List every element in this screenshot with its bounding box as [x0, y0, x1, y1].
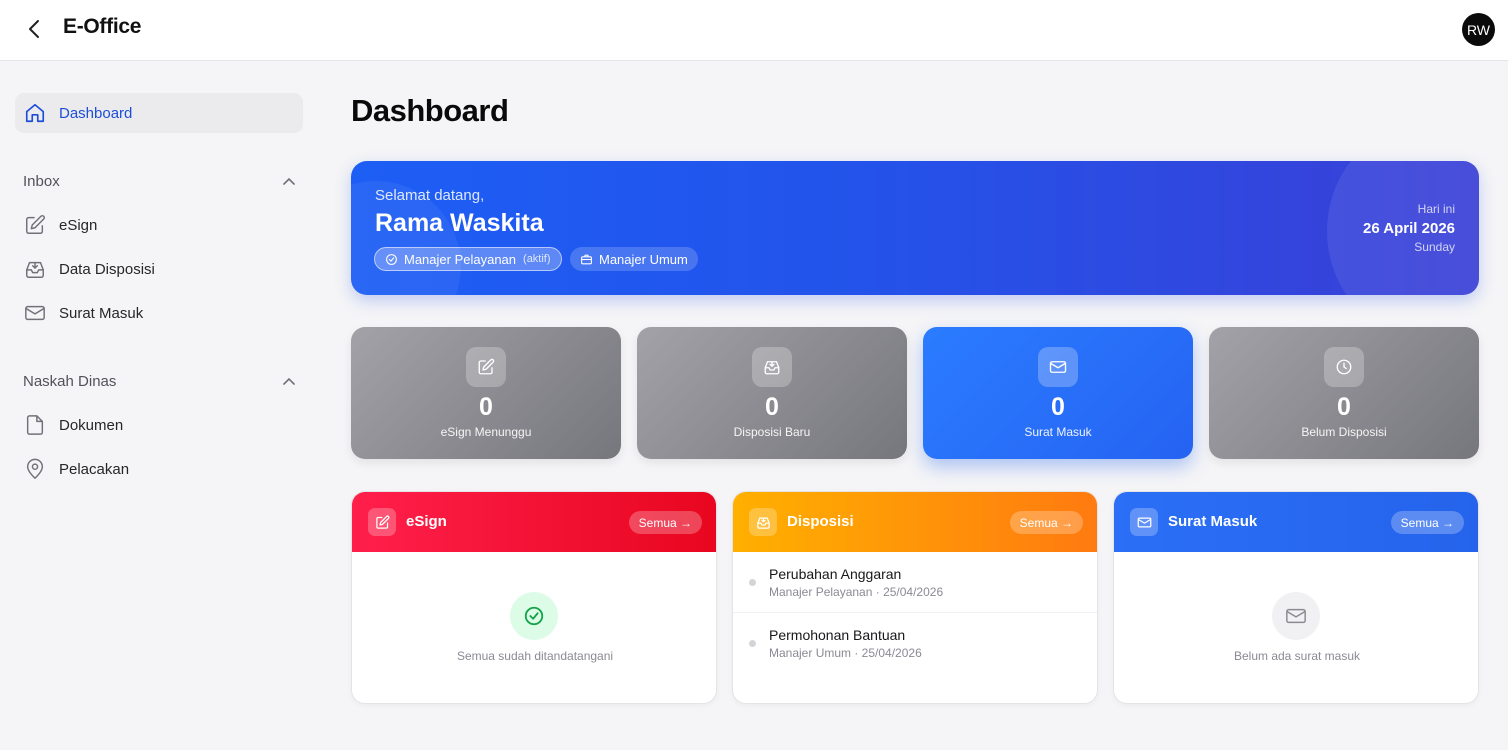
map-pin-icon [24, 458, 46, 480]
greeting-text: Selamat datang, [375, 187, 485, 204]
empty-state-text: Belum ada surat masuk [1233, 649, 1361, 663]
avatar[interactable]: RW [1462, 13, 1495, 46]
stat-label: Disposisi Baru [733, 425, 811, 439]
bullet-dot [749, 579, 756, 586]
mail-icon [24, 302, 46, 324]
list-item[interactable]: Permohonan Bantuan Manajer Umum · 25/04/… [733, 613, 1097, 673]
mail-icon [1038, 347, 1078, 387]
check-circle-icon [510, 592, 558, 640]
stat-card-belum-disposisi[interactable]: 0 Belum Disposisi [1209, 327, 1479, 459]
empty-state-text: Semua sudah ditandatangani [456, 649, 614, 663]
mail-icon [1130, 508, 1158, 536]
list-item-title: Perubahan Anggaran [769, 566, 902, 582]
role-label: Manajer Umum [599, 251, 688, 267]
sidebar-item-label: eSign [59, 216, 98, 234]
list-item-title: Permohonan Bantuan [769, 627, 906, 643]
check-circle-icon [385, 253, 398, 266]
sidebar-item-dokumen[interactable]: Dokumen [15, 405, 303, 445]
section-title: Naskah Dinas [23, 372, 117, 390]
stat-value: 0 [1051, 393, 1065, 421]
stat-label: eSign Menunggu [440, 425, 532, 439]
sidebar: Dashboard Inbox eSign Data Disposisi Sur… [0, 62, 320, 750]
section-title: Inbox [23, 172, 60, 190]
sidebar-item-label: Pelacakan [59, 460, 130, 478]
page-title: Dashboard [351, 93, 509, 128]
section-toggle-inbox[interactable]: Inbox [23, 169, 295, 193]
panel-title: Disposisi [787, 513, 854, 530]
sidebar-item-label: Dokumen [59, 416, 124, 434]
inbox-icon [24, 258, 46, 280]
sidebar-item-esign[interactable]: eSign [15, 205, 303, 245]
sidebar-item-label: Data Disposisi [59, 260, 155, 278]
user-name: Rama Waskita [375, 209, 544, 237]
panel-header: eSign Semua → [352, 492, 716, 552]
sidebar-item-surat-masuk[interactable]: Surat Masuk [15, 293, 303, 333]
panel-title: Surat Masuk [1168, 513, 1258, 530]
sidebar-item-pelacakan[interactable]: Pelacakan [15, 449, 303, 489]
welcome-banner: Selamat datang, Rama Waskita Manajer Pel… [351, 161, 1479, 295]
see-all-button[interactable]: Semua → [1009, 511, 1083, 534]
panel-header: Disposisi Semua → [733, 492, 1097, 552]
stat-label: Surat Masuk [1024, 425, 1092, 439]
chevron-up-icon [283, 377, 295, 385]
see-all-button[interactable]: Semua → [628, 511, 702, 534]
stat-card-surat-masuk[interactable]: 0 Surat Masuk [923, 327, 1193, 459]
today-label: Hari ini [1417, 202, 1455, 216]
list-item-meta: Manajer Umum · 25/04/2026 [769, 646, 922, 660]
stat-value: 0 [479, 393, 493, 421]
list-item[interactable]: Perubahan Anggaran Manajer Pelayanan · 2… [733, 552, 1097, 612]
today-day: Sunday [1414, 240, 1455, 254]
chevron-up-icon [283, 177, 295, 185]
list-item-meta: Manajer Pelayanan · 25/04/2026 [769, 585, 944, 599]
panel-header: Surat Masuk Semua → [1114, 492, 1478, 552]
section-toggle-naskah-dinas[interactable]: Naskah Dinas [23, 369, 295, 393]
sidebar-item-label: Dashboard [59, 104, 133, 122]
stat-label: Belum Disposisi [1301, 425, 1387, 439]
file-icon [24, 414, 46, 436]
panel-surat-masuk: Surat Masuk Semua → Belum ada surat masu… [1113, 491, 1479, 704]
stat-value: 0 [765, 393, 779, 421]
see-all-button[interactable]: Semua → [1390, 511, 1464, 534]
home-icon [24, 102, 46, 124]
role-pill-active[interactable]: Manajer Pelayanan (aktif) [374, 247, 562, 271]
sidebar-item-label: Surat Masuk [59, 304, 144, 322]
clock-icon [1324, 347, 1364, 387]
chevron-left-icon [29, 20, 39, 38]
sidebar-item-dashboard[interactable]: Dashboard [15, 93, 303, 133]
role-label: Manajer Pelayanan [404, 251, 517, 267]
panel-title: eSign [406, 513, 447, 530]
sidebar-item-data-disposisi[interactable]: Data Disposisi [15, 249, 303, 289]
app-title: E-Office [63, 15, 142, 38]
stat-value: 0 [1337, 393, 1351, 421]
top-bar: E-Office RW [0, 0, 1508, 61]
inbox-icon [749, 508, 777, 536]
edit-icon [368, 508, 396, 536]
panel-disposisi: Disposisi Semua → Perubahan Anggaran Man… [732, 491, 1098, 704]
active-badge: (aktif) [523, 253, 551, 265]
stat-card-disposisi-baru[interactable]: 0 Disposisi Baru [637, 327, 907, 459]
inbox-icon [752, 347, 792, 387]
mail-icon [1272, 592, 1320, 640]
edit-icon [24, 214, 46, 236]
edit-icon [466, 347, 506, 387]
stat-card-esign-menunggu[interactable]: 0 eSign Menunggu [351, 327, 621, 459]
briefcase-icon [580, 253, 593, 266]
panel-esign: eSign Semua → Semua sudah ditandatangani [351, 491, 717, 704]
back-button[interactable] [22, 16, 46, 42]
bullet-dot [749, 640, 756, 647]
today-date: 26 April 2026 [1363, 220, 1455, 237]
role-pill[interactable]: Manajer Umum [570, 247, 698, 271]
